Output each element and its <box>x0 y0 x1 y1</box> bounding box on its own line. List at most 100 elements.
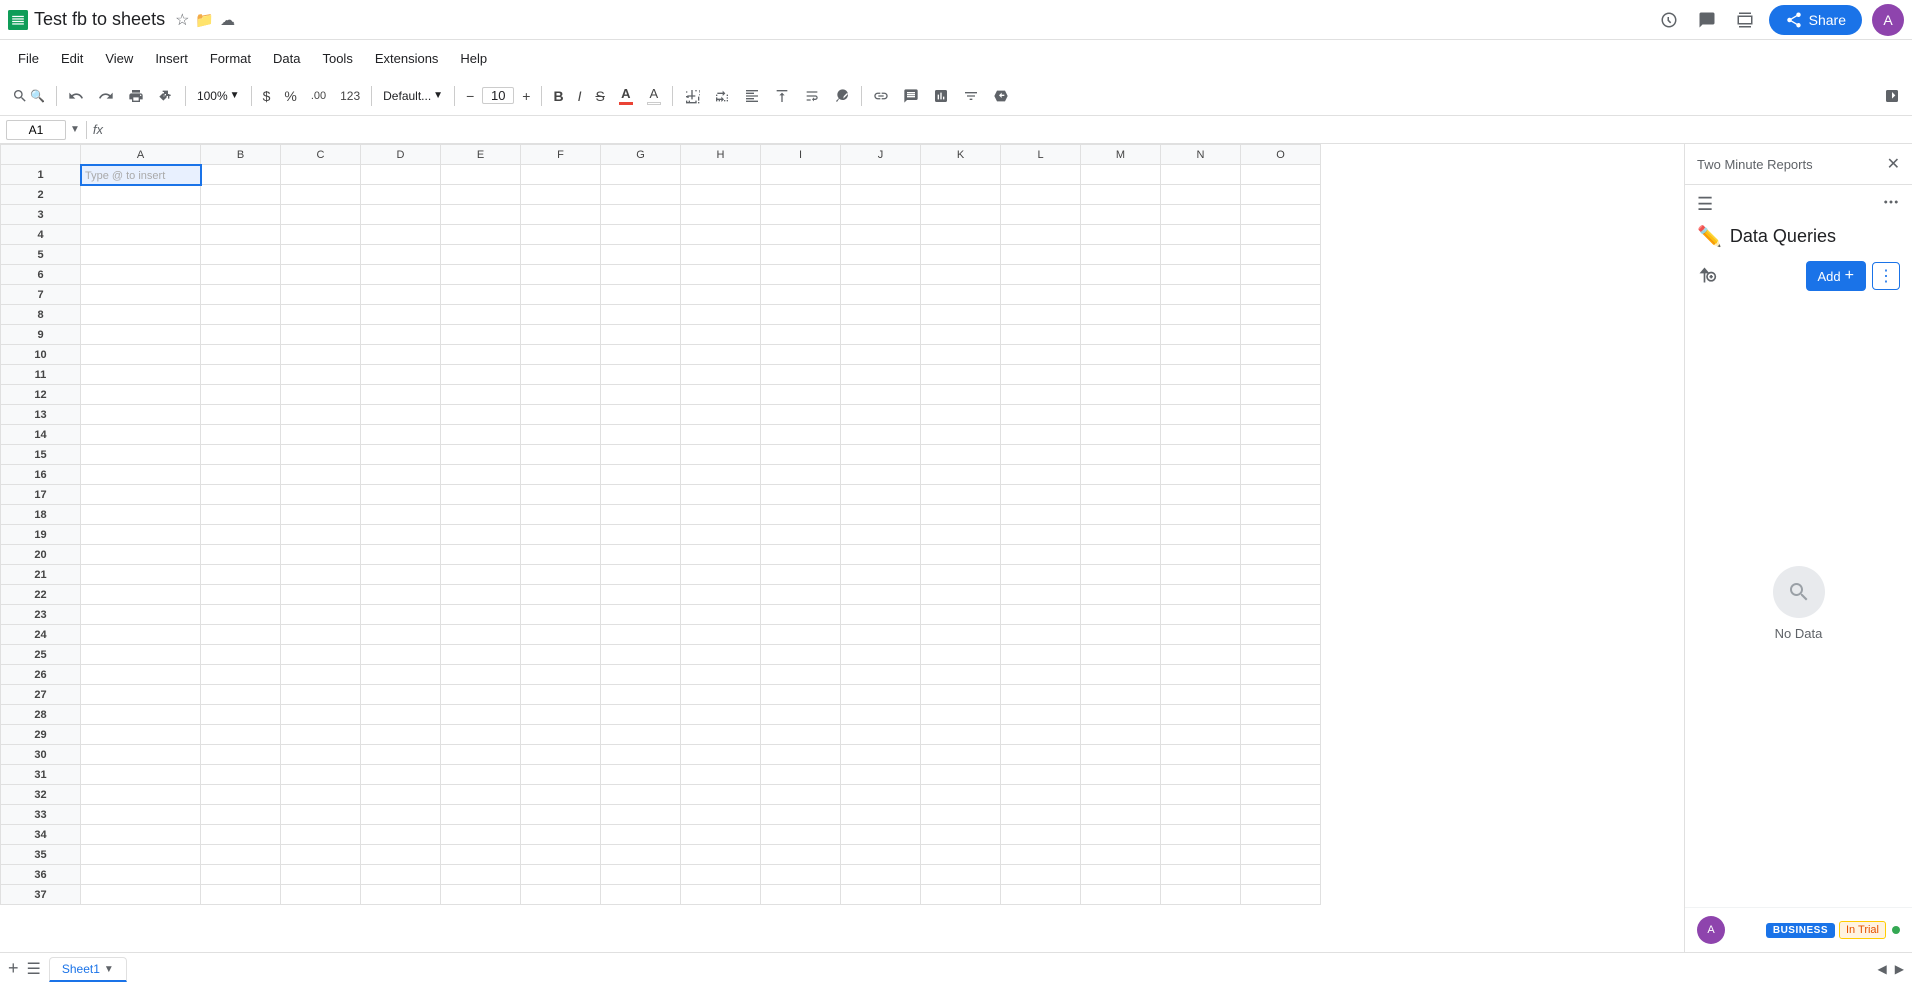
cell-L28[interactable] <box>1001 705 1081 725</box>
cell-H23[interactable] <box>681 605 761 625</box>
cell-F22[interactable] <box>521 585 601 605</box>
cell-G10[interactable] <box>601 345 681 365</box>
cell-N16[interactable] <box>1161 465 1241 485</box>
cell-J28[interactable] <box>841 705 921 725</box>
cell-F11[interactable] <box>521 365 601 385</box>
cell-L15[interactable] <box>1001 445 1081 465</box>
cell-O3[interactable] <box>1241 205 1321 225</box>
history-button[interactable] <box>1655 6 1683 34</box>
undo-button[interactable] <box>62 84 90 108</box>
menu-help[interactable]: Help <box>450 47 497 70</box>
cell-K15[interactable] <box>921 445 1001 465</box>
cell-C17[interactable] <box>281 485 361 505</box>
collapse-panel-button[interactable] <box>1878 84 1906 108</box>
merge-button[interactable] <box>708 84 736 108</box>
cell-B19[interactable] <box>201 525 281 545</box>
cell-H11[interactable] <box>681 365 761 385</box>
cell-A35[interactable] <box>81 845 201 865</box>
cell-K6[interactable] <box>921 265 1001 285</box>
cell-I35[interactable] <box>761 845 841 865</box>
cell-K20[interactable] <box>921 545 1001 565</box>
cell-D28[interactable] <box>361 705 441 725</box>
cell-H9[interactable] <box>681 325 761 345</box>
cell-I26[interactable] <box>761 665 841 685</box>
cell-L11[interactable] <box>1001 365 1081 385</box>
cell-N32[interactable] <box>1161 785 1241 805</box>
cell-A16[interactable] <box>81 465 201 485</box>
cell-N6[interactable] <box>1161 265 1241 285</box>
cell-N36[interactable] <box>1161 865 1241 885</box>
cell-C16[interactable] <box>281 465 361 485</box>
decimal-button[interactable]: .00 <box>305 86 332 106</box>
cell-I3[interactable] <box>761 205 841 225</box>
cell-D16[interactable] <box>361 465 441 485</box>
rotate-button[interactable] <box>828 84 856 108</box>
cell-A24[interactable] <box>81 625 201 645</box>
cell-L34[interactable] <box>1001 825 1081 845</box>
cell-L2[interactable] <box>1001 185 1081 205</box>
panel-settings-button[interactable] <box>1882 193 1900 216</box>
cell-A21[interactable] <box>81 565 201 585</box>
cell-E15[interactable] <box>441 445 521 465</box>
cell-I8[interactable] <box>761 305 841 325</box>
cell-J19[interactable] <box>841 525 921 545</box>
currency-button[interactable]: $ <box>257 84 277 108</box>
cell-N23[interactable] <box>1161 605 1241 625</box>
cell-O26[interactable] <box>1241 665 1321 685</box>
cell-I32[interactable] <box>761 785 841 805</box>
cell-E37[interactable] <box>441 885 521 905</box>
cell-O6[interactable] <box>1241 265 1321 285</box>
cell-D20[interactable] <box>361 545 441 565</box>
strikethrough-button[interactable]: S <box>589 84 610 108</box>
cell-D21[interactable] <box>361 565 441 585</box>
cell-K36[interactable] <box>921 865 1001 885</box>
cell-I4[interactable] <box>761 225 841 245</box>
cell-A37[interactable] <box>81 885 201 905</box>
cell-G13[interactable] <box>601 405 681 425</box>
cell-E20[interactable] <box>441 545 521 565</box>
font-size-decrease[interactable]: − <box>460 84 480 108</box>
cell-L36[interactable] <box>1001 865 1081 885</box>
cell-A6[interactable] <box>81 265 201 285</box>
cell-E1[interactable] <box>441 165 521 185</box>
cell-G29[interactable] <box>601 725 681 745</box>
cell-J36[interactable] <box>841 865 921 885</box>
col-header-e[interactable]: E <box>441 145 521 165</box>
cell-B30[interactable] <box>201 745 281 765</box>
panel-filter-button[interactable] <box>1697 265 1717 288</box>
cell-K9[interactable] <box>921 325 1001 345</box>
paint-format-button[interactable] <box>152 84 180 108</box>
cell-E7[interactable] <box>441 285 521 305</box>
cell-O4[interactable] <box>1241 225 1321 245</box>
cell-H13[interactable] <box>681 405 761 425</box>
cell-C30[interactable] <box>281 745 361 765</box>
panel-user-avatar[interactable]: A <box>1697 916 1725 944</box>
nav-prev-icon[interactable]: ◀ <box>1878 962 1887 976</box>
cell-B15[interactable] <box>201 445 281 465</box>
cell-B12[interactable] <box>201 385 281 405</box>
cell-J35[interactable] <box>841 845 921 865</box>
col-header-c[interactable]: C <box>281 145 361 165</box>
cell-B10[interactable] <box>201 345 281 365</box>
menu-view[interactable]: View <box>95 47 143 70</box>
cell-L12[interactable] <box>1001 385 1081 405</box>
cell-E26[interactable] <box>441 665 521 685</box>
cell-C11[interactable] <box>281 365 361 385</box>
cell-F33[interactable] <box>521 805 601 825</box>
cell-D3[interactable] <box>361 205 441 225</box>
cell-B6[interactable] <box>201 265 281 285</box>
cell-F8[interactable] <box>521 305 601 325</box>
cell-M5[interactable] <box>1081 245 1161 265</box>
cell-A26[interactable] <box>81 665 201 685</box>
folder-icon[interactable]: 📁 <box>195 11 214 29</box>
cell-C13[interactable] <box>281 405 361 425</box>
cell-F3[interactable] <box>521 205 601 225</box>
cell-F26[interactable] <box>521 665 601 685</box>
cell-I10[interactable] <box>761 345 841 365</box>
cell-C32[interactable] <box>281 785 361 805</box>
col-header-a[interactable]: A <box>81 145 201 165</box>
align-v-button[interactable] <box>768 84 796 108</box>
cell-E27[interactable] <box>441 685 521 705</box>
cell-J18[interactable] <box>841 505 921 525</box>
cell-L27[interactable] <box>1001 685 1081 705</box>
